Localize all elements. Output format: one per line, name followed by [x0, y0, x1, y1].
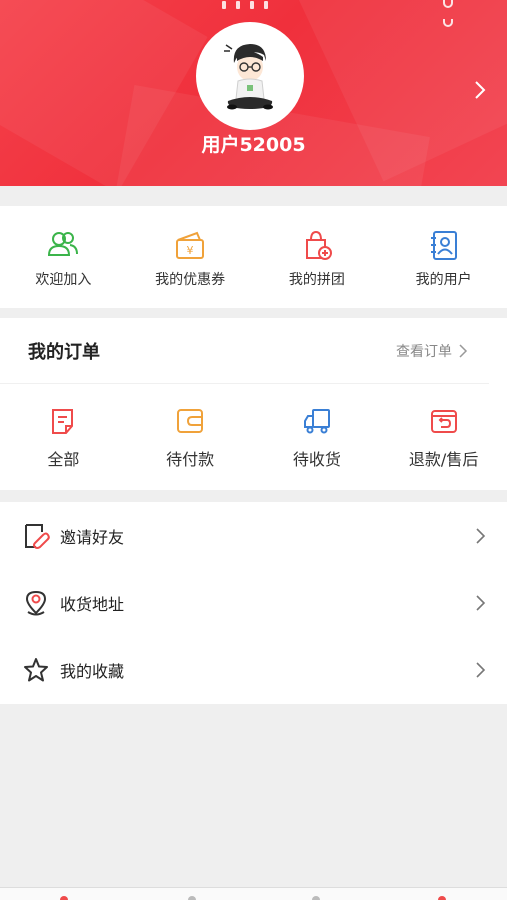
bottom-tab-bar[interactable] — [0, 887, 507, 900]
quick-action-my-users[interactable]: 我的用户 — [380, 206, 507, 308]
location-pin-icon — [25, 590, 47, 615]
profile-header: 用户52005 — [0, 0, 507, 186]
tab-icon-fragment — [188, 896, 196, 900]
menu-item-label: 邀请好友 — [60, 527, 125, 547]
order-status-pending-payment[interactable]: 待付款 — [127, 384, 254, 490]
order-status-label: 待付款 — [166, 450, 215, 469]
tab-icon-fragment — [312, 896, 320, 900]
star-icon — [24, 657, 48, 681]
order-status-all[interactable]: 全部 — [0, 384, 127, 490]
coupon-wallet-icon: ¥ — [176, 231, 205, 259]
quick-action-label: 欢迎加入 — [35, 272, 92, 288]
order-status-pending-receipt[interactable]: 待收货 — [254, 384, 381, 490]
orders-header: 我的订单 查看订单 — [0, 318, 489, 384]
status-bar-icons — [427, 0, 477, 27]
group-bag-icon — [305, 230, 332, 260]
tab-icon-fragment — [438, 896, 446, 900]
chevron-right-icon — [476, 661, 486, 678]
chevron-right-icon — [476, 527, 486, 544]
document-icon — [52, 409, 74, 434]
svg-text:¥: ¥ — [187, 244, 194, 257]
menu-item-favorites[interactable]: 我的收藏 — [0, 636, 507, 703]
menu-item-shipping-address[interactable]: 收货地址 — [0, 569, 507, 636]
quick-action-group-buy[interactable]: 我的拼团 — [254, 206, 381, 308]
quick-action-label: 我的用户 — [415, 272, 472, 288]
quick-action-welcome[interactable]: 欢迎加入 — [0, 206, 127, 308]
view-orders-label: 查看订单 — [396, 343, 452, 360]
orders-title: 我的订单 — [28, 341, 100, 363]
chevron-right-icon — [476, 594, 486, 611]
menu-item-invite-friends[interactable]: 邀请好友 — [0, 502, 507, 569]
quick-action-coupons[interactable]: ¥ 我的优惠券 — [127, 206, 254, 308]
tab-icon-fragment — [60, 896, 68, 900]
users-icon — [48, 232, 79, 256]
menu-item-label: 我的收藏 — [60, 661, 125, 681]
username: 用户52005 — [201, 134, 306, 156]
chevron-right-icon[interactable] — [473, 80, 487, 100]
contacts-book-icon — [430, 231, 457, 260]
quick-action-label: 我的优惠券 — [155, 272, 226, 288]
truck-icon — [303, 409, 330, 434]
quick-action-label: 我的拼团 — [288, 272, 345, 288]
quick-actions: 欢迎加入 ¥ 我的优惠券 我的拼团 我的用户 — [0, 206, 507, 308]
order-status-refund[interactable]: 退款/售后 — [380, 384, 507, 490]
wallet-icon — [177, 409, 204, 433]
avatar[interactable] — [196, 22, 304, 130]
order-status-row: 全部 待付款 待收货 退款/售后 — [0, 384, 507, 490]
settings-menu: 邀请好友 收货地址 我的收藏 — [0, 502, 507, 704]
chevron-right-icon — [459, 343, 468, 358]
order-status-label: 退款/售后 — [408, 450, 479, 469]
orders-card: 我的订单 查看订单 全部 待付款 待收货 退款/售后 — [0, 318, 507, 490]
refund-icon — [430, 410, 457, 433]
menu-item-label: 收货地址 — [60, 594, 125, 614]
avatar-illustration — [224, 44, 273, 110]
view-orders-link[interactable]: 查看订单 — [396, 341, 468, 361]
order-status-label: 全部 — [47, 450, 80, 469]
invite-link-icon — [25, 523, 50, 549]
status-bar-fragment — [222, 0, 292, 9]
order-status-label: 待收货 — [292, 450, 341, 469]
